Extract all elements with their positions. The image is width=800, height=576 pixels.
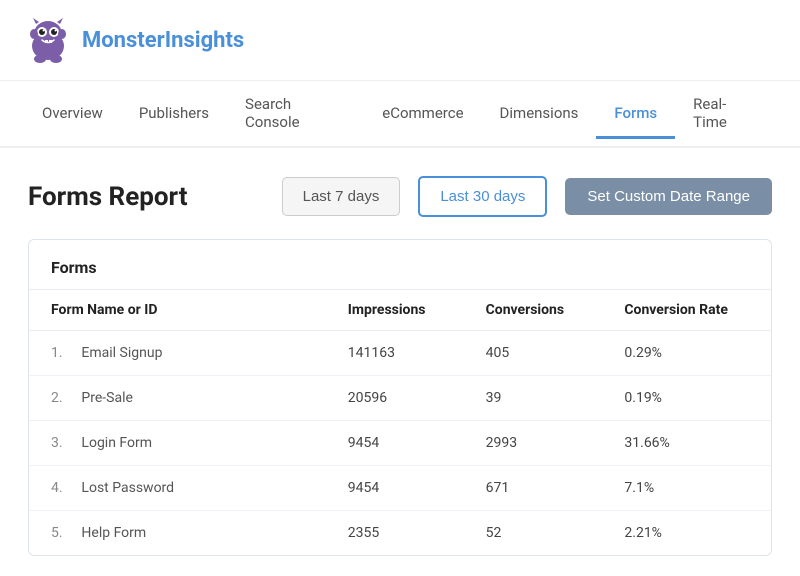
col-form-name: Form Name or ID (29, 290, 326, 331)
row-number: 4. (51, 480, 71, 496)
table-section-title: Forms (29, 240, 771, 289)
nav-dimensions[interactable]: Dimensions (482, 90, 597, 139)
cell-conversions: 405 (464, 331, 603, 376)
cell-conversions: 671 (464, 466, 603, 511)
cell-conversion-rate: 0.29% (602, 331, 771, 376)
custom-date-range-button[interactable]: Set Custom Date Range (565, 178, 772, 215)
nav-forms[interactable]: Forms (596, 90, 675, 139)
logo: MonsterInsights (24, 16, 244, 64)
cell-impressions: 9454 (326, 421, 464, 466)
table-header-row: Form Name or ID Impressions Conversions … (29, 290, 771, 331)
forms-table-card: Forms Form Name or ID Impressions Conver… (28, 239, 772, 556)
logo-text: MonsterInsights (82, 28, 244, 53)
cell-conversion-rate: 2.21% (602, 511, 771, 556)
report-title: Forms Report (28, 182, 264, 212)
cell-impressions: 9454 (326, 466, 464, 511)
cell-form-name: 4. Lost Password (29, 466, 326, 511)
col-conversion-rate: Conversion Rate (602, 290, 771, 331)
nav-search-console[interactable]: Search Console (227, 81, 364, 148)
nav-real-time[interactable]: Real-Time (675, 81, 776, 148)
cell-conversion-rate: 0.19% (602, 376, 771, 421)
col-conversions: Conversions (464, 290, 603, 331)
row-number: 1. (51, 345, 71, 361)
nav-publishers[interactable]: Publishers (121, 90, 227, 139)
last-30-days-button[interactable]: Last 30 days (418, 176, 547, 217)
row-number: 3. (51, 435, 71, 451)
table-row: 2. Pre-Sale 20596 39 0.19% (29, 376, 771, 421)
last-7-days-button[interactable]: Last 7 days (282, 177, 401, 216)
table-row: 1. Email Signup 141163 405 0.29% (29, 331, 771, 376)
cell-form-name: 5. Help Form (29, 511, 326, 556)
cell-impressions: 141163 (326, 331, 464, 376)
table-row: 4. Lost Password 9454 671 7.1% (29, 466, 771, 511)
nav-ecommerce[interactable]: eCommerce (364, 90, 481, 139)
main-nav: Overview Publishers Search Console eComm… (0, 81, 800, 148)
cell-form-name: 2. Pre-Sale (29, 376, 326, 421)
forms-table: Form Name or ID Impressions Conversions … (29, 289, 771, 555)
app-header: MonsterInsights (0, 0, 800, 81)
cell-conversion-rate: 31.66% (602, 421, 771, 466)
table-row: 5. Help Form 2355 52 2.21% (29, 511, 771, 556)
row-number: 2. (51, 390, 71, 406)
cell-conversions: 39 (464, 376, 603, 421)
cell-form-name: 3. Login Form (29, 421, 326, 466)
cell-conversion-rate: 7.1% (602, 466, 771, 511)
cell-conversions: 2993 (464, 421, 603, 466)
cell-form-name: 1. Email Signup (29, 331, 326, 376)
nav-overview[interactable]: Overview (24, 90, 121, 139)
cell-impressions: 20596 (326, 376, 464, 421)
col-impressions: Impressions (326, 290, 464, 331)
cell-conversions: 52 (464, 511, 603, 556)
cell-impressions: 2355 (326, 511, 464, 556)
table-row: 3. Login Form 9454 2993 31.66% (29, 421, 771, 466)
row-number: 5. (51, 525, 71, 541)
main-content: Forms Report Last 7 days Last 30 days Se… (0, 148, 800, 576)
monster-logo-icon (24, 16, 72, 64)
report-header: Forms Report Last 7 days Last 30 days Se… (28, 176, 772, 217)
